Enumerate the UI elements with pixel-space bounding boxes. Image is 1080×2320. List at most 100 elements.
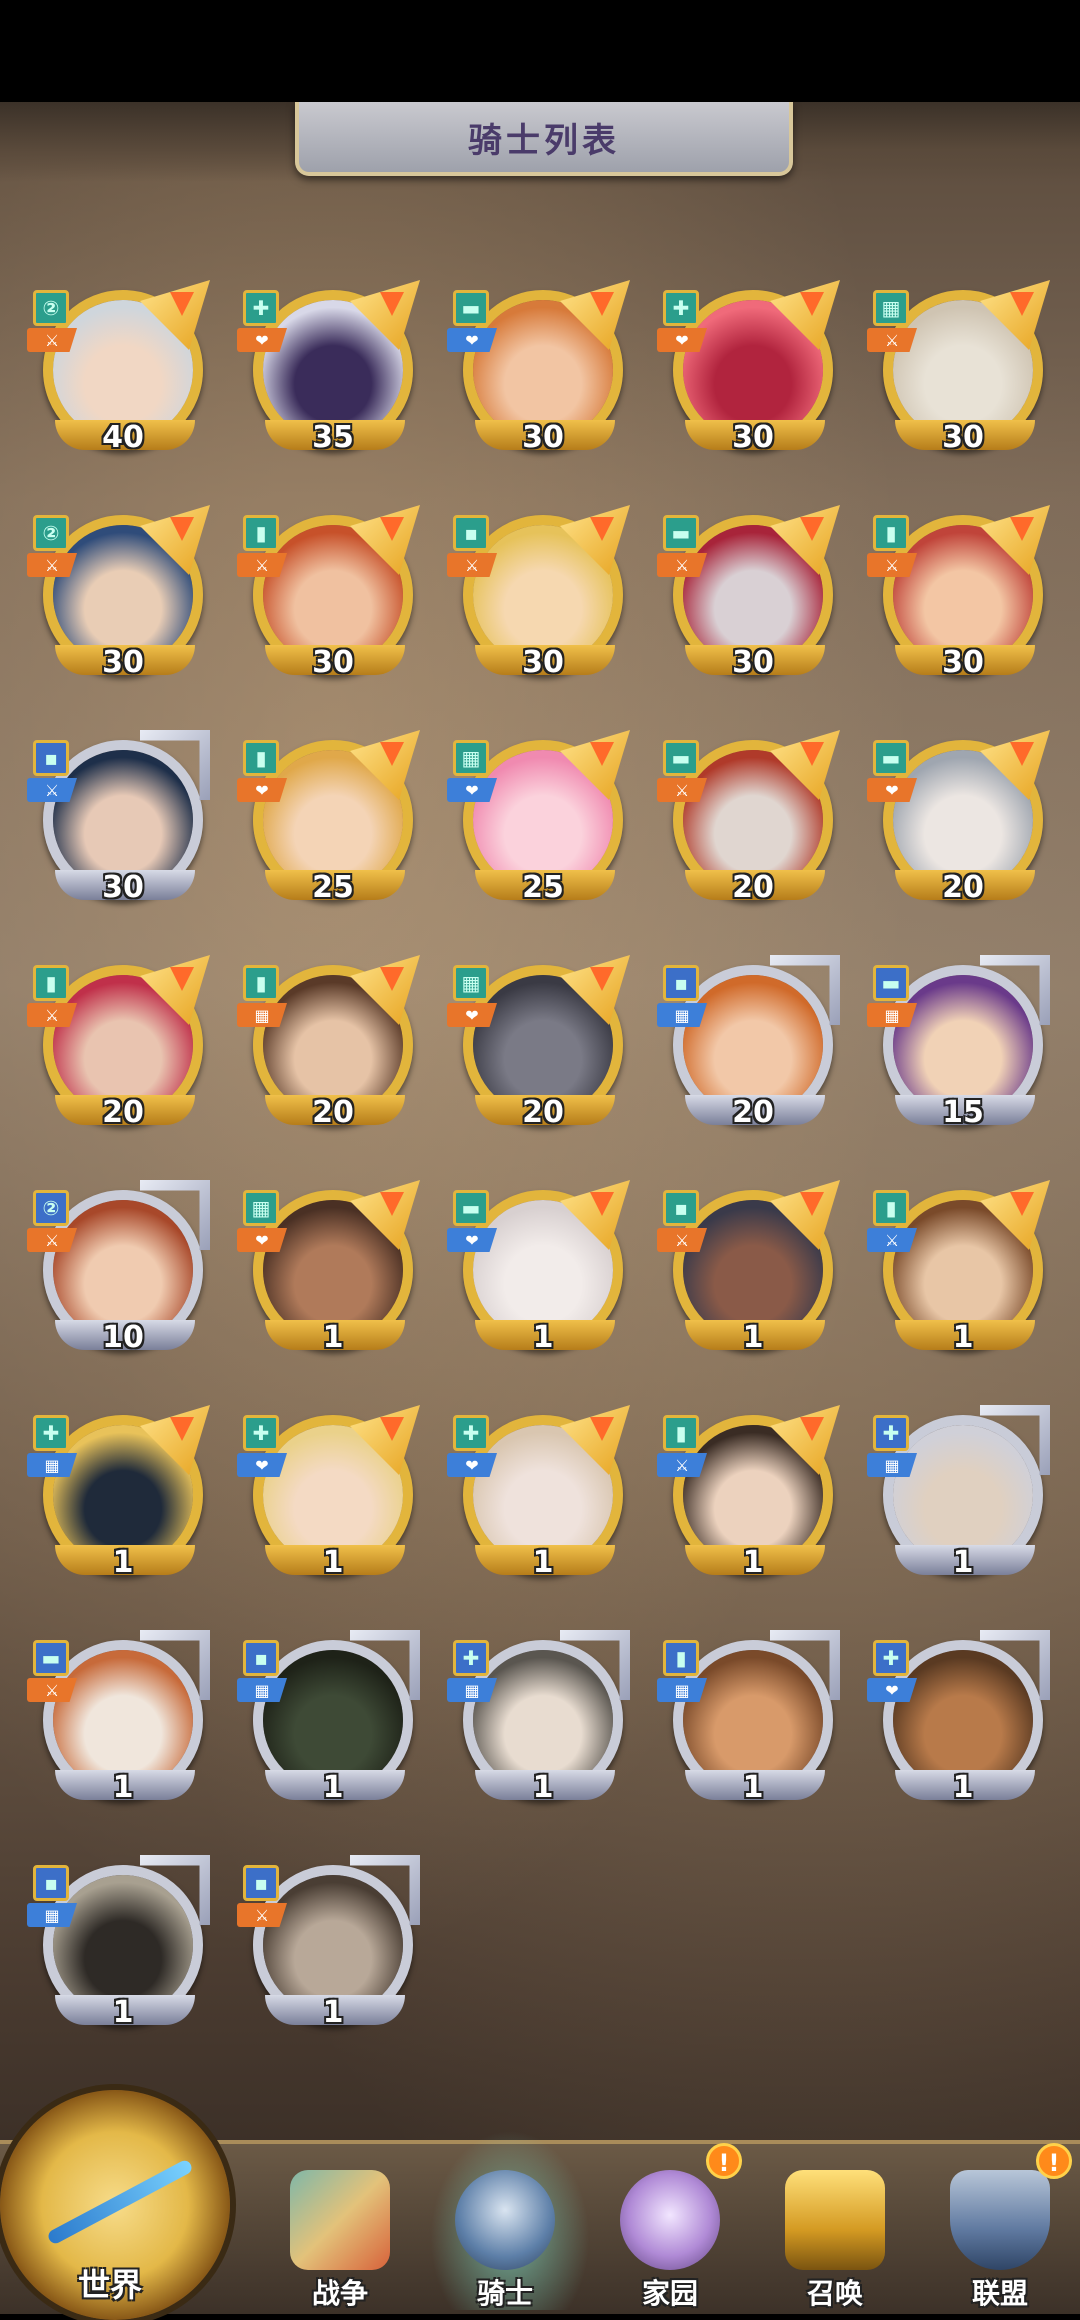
knight-card[interactable]: ▪ ▦ 1	[25, 1855, 215, 2055]
class-icon: ▬	[453, 1190, 489, 1226]
knight-level: 1	[742, 1320, 764, 1355]
type-tag-icon: ❤	[447, 1228, 497, 1252]
knight-level: 1	[112, 1995, 134, 2030]
knight-card[interactable]: ▪ ▦ 1	[235, 1630, 425, 1830]
knight-card[interactable]: ▮ ❤ 25	[235, 730, 425, 930]
knight-card[interactable]: ▬ ⚔ 1	[25, 1630, 215, 1830]
gear-icon	[620, 2170, 720, 2270]
knight-card[interactable]: ✚ ▦ 1	[865, 1405, 1055, 1605]
type-tag-icon: ❤	[237, 328, 287, 352]
class-icon: ▪	[663, 965, 699, 1001]
knight-card[interactable]: ✚ ❤ 1	[865, 1630, 1055, 1830]
nav-summon[interactable]: 召唤	[760, 2160, 910, 2310]
class-icon: ▮	[663, 1640, 699, 1676]
knight-portrait-icon	[455, 2170, 555, 2270]
knight-level: 30	[732, 645, 774, 680]
class-icon: ▦	[453, 965, 489, 1001]
knight-card[interactable]: ✚ ▦ 1	[445, 1630, 635, 1830]
nav-knight[interactable]: 骑士	[430, 2160, 580, 2310]
knight-card[interactable]: ▮ ▦ 20	[235, 955, 425, 1155]
knight-card[interactable]: ▦ ❤ 20	[445, 955, 635, 1155]
class-icon: ▮	[663, 1415, 699, 1451]
knight-level: 1	[112, 1545, 134, 1580]
knight-level: 1	[742, 1545, 764, 1580]
knight-card[interactable]: ▮ ▦ 1	[655, 1630, 845, 1830]
knight-card[interactable]: ② ⚔ 40	[25, 280, 215, 480]
knight-card[interactable]: ▪ ⚔ 1	[235, 1855, 425, 2055]
class-icon: ✚	[243, 1415, 279, 1451]
knight-card[interactable]: ▮ ⚔ 20	[25, 955, 215, 1155]
type-tag-icon: ⚔	[237, 553, 287, 577]
nav-war[interactable]: 战争	[265, 2160, 415, 2310]
type-tag-icon: ⚔	[447, 553, 497, 577]
class-icon: ▬	[873, 965, 909, 1001]
shield-crossed-swords-icon	[950, 2170, 1050, 2270]
type-tag-icon: ❤	[237, 1453, 287, 1477]
knight-level: 35	[312, 420, 354, 455]
type-tag-icon: ❤	[237, 1228, 287, 1252]
knight-card[interactable]: ▪ ⚔ 30	[25, 730, 215, 930]
type-tag-icon: ⚔	[657, 553, 707, 577]
knight-card[interactable]: ▮ ⚔ 1	[655, 1405, 845, 1605]
knight-level: 1	[112, 1770, 134, 1805]
type-tag-icon: ▦	[27, 1903, 77, 1927]
knight-card[interactable]: ▬ ❤ 20	[865, 730, 1055, 930]
nav-home[interactable]: 家园	[595, 2160, 745, 2310]
knight-face	[53, 750, 193, 890]
knight-card[interactable]: ② ⚔ 10	[25, 1180, 215, 1380]
type-tag-icon: ⚔	[27, 1003, 77, 1027]
knight-card[interactable]: ② ⚔ 30	[25, 505, 215, 705]
type-tag-icon: ⚔	[27, 1228, 77, 1252]
knight-level: 15	[942, 1095, 984, 1130]
knight-level: 25	[522, 870, 564, 905]
knight-card[interactable]: ▮ ⚔ 30	[235, 505, 425, 705]
class-icon: ②	[33, 515, 69, 551]
type-tag-icon: ⚔	[27, 553, 77, 577]
knight-card[interactable]: ✚ ❤ 1	[235, 1405, 425, 1605]
knight-level: 40	[102, 420, 144, 455]
knight-card[interactable]: ▦ ❤ 1	[235, 1180, 425, 1380]
knight-card[interactable]: ▪ ▦ 20	[655, 955, 845, 1155]
knight-level: 1	[322, 1320, 344, 1355]
knight-card[interactable]: ▪ ⚔ 1	[655, 1180, 845, 1380]
knight-face	[683, 1650, 823, 1790]
nav-war-label: 战争	[311, 2277, 368, 2310]
type-tag-icon: ▦	[657, 1003, 707, 1027]
knight-level: 30	[102, 870, 144, 905]
knight-card[interactable]: ✚ ❤ 35	[235, 280, 425, 480]
type-tag-icon: ❤	[867, 1678, 917, 1702]
knight-card[interactable]: ▦ ❤ 25	[445, 730, 635, 930]
type-tag-icon: ⚔	[27, 328, 77, 352]
nav-home-label: 家园	[641, 2277, 698, 2310]
knight-card[interactable]: ▬ ▦ 15	[865, 955, 1055, 1155]
knight-card[interactable]: ▦ ⚔ 30	[865, 280, 1055, 480]
knight-card[interactable]: ▬ ⚔ 20	[655, 730, 845, 930]
knight-level: 30	[942, 420, 984, 455]
type-tag-icon: ❤	[447, 1003, 497, 1027]
nav-summon-label: 召唤	[806, 2277, 863, 2310]
class-icon: ▮	[873, 1190, 909, 1226]
knight-level: 20	[732, 1095, 774, 1130]
nav-alliance[interactable]: 联盟	[925, 2160, 1075, 2310]
knight-card[interactable]: ▬ ❤ 1	[445, 1180, 635, 1380]
type-tag-icon: ❤	[237, 778, 287, 802]
knight-card[interactable]: ✚ ❤ 30	[655, 280, 845, 480]
class-icon: ▪	[33, 1865, 69, 1901]
knight-level: 10	[102, 1320, 144, 1355]
knight-card[interactable]: ▮ ⚔ 30	[865, 505, 1055, 705]
type-tag-icon: ❤	[447, 328, 497, 352]
knight-card[interactable]: ▬ ❤ 30	[445, 280, 635, 480]
knight-level: 30	[522, 645, 564, 680]
knight-card[interactable]: ✚ ▦ 1	[25, 1405, 215, 1605]
type-tag-icon: ▦	[867, 1003, 917, 1027]
knight-card[interactable]: ▪ ⚔ 30	[445, 505, 635, 705]
alliance-alert-badge: !	[1036, 2143, 1072, 2179]
knight-card[interactable]: ▬ ⚔ 30	[655, 505, 845, 705]
knight-card[interactable]: ▮ ⚔ 1	[865, 1180, 1055, 1380]
world-label: 世界	[77, 2266, 142, 2304]
knight-face	[473, 1650, 613, 1790]
knight-card[interactable]: ✚ ❤ 1	[445, 1405, 635, 1605]
class-icon: ✚	[453, 1640, 489, 1676]
class-icon: ✚	[873, 1415, 909, 1451]
class-icon: ▦	[243, 1190, 279, 1226]
